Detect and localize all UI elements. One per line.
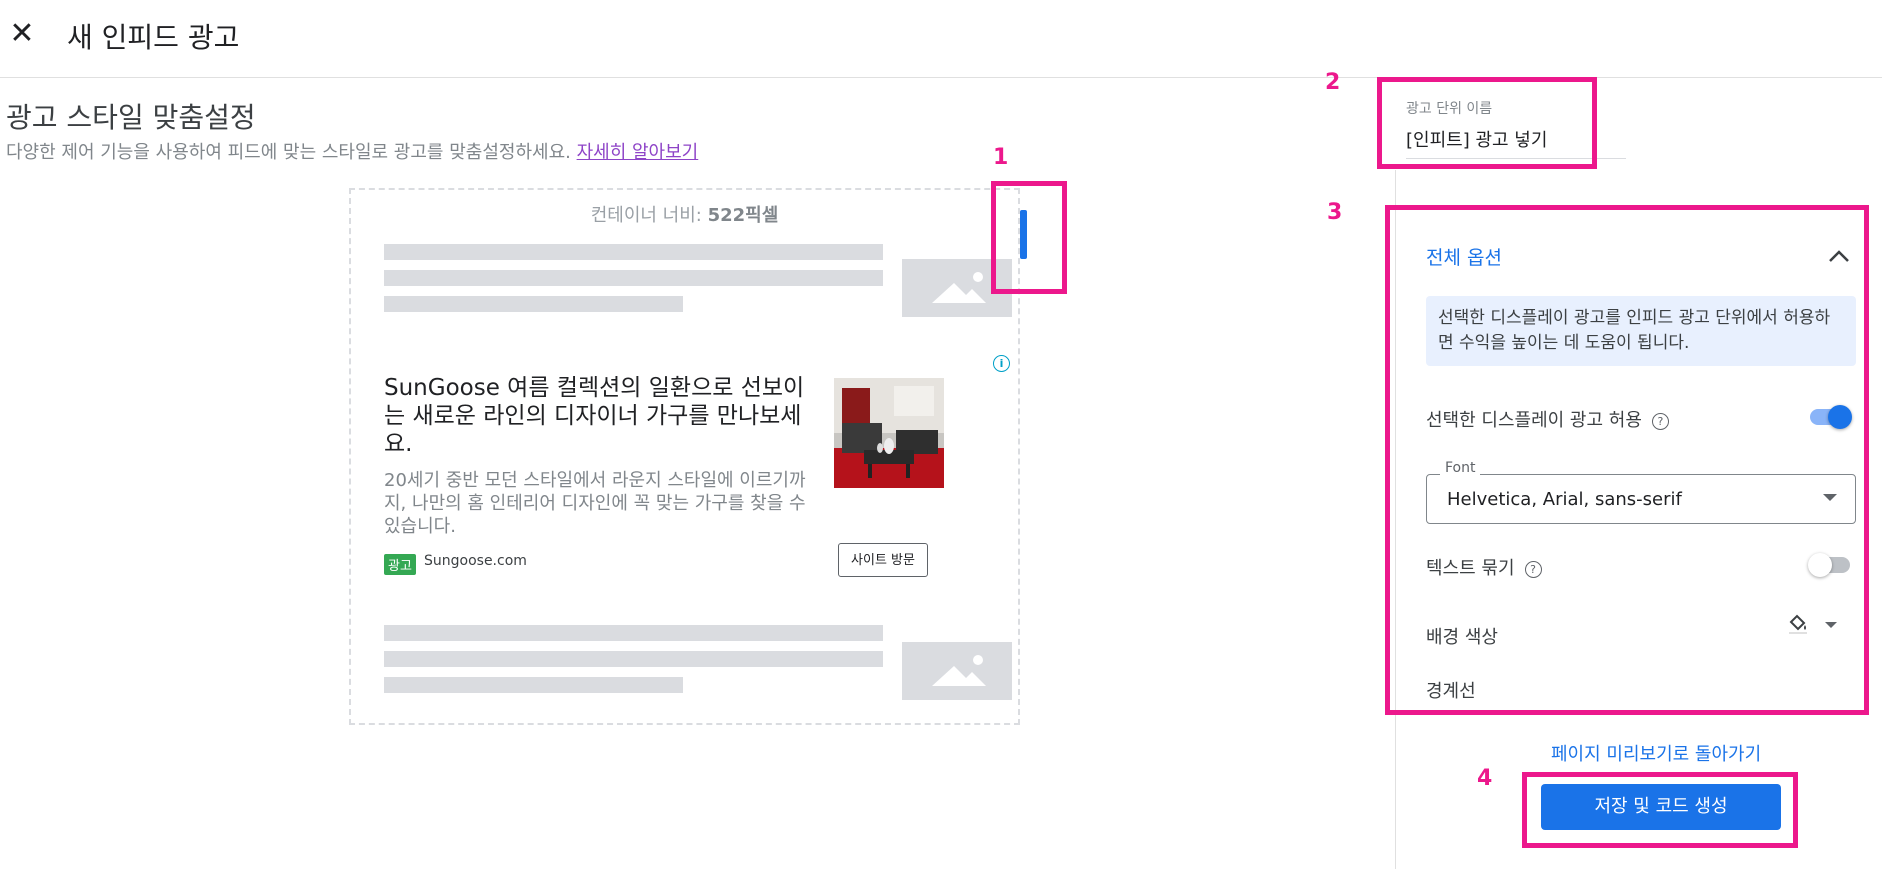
close-icon[interactable]: ✕: [8, 19, 36, 49]
container-width-value: 522픽셀: [707, 205, 779, 226]
annotation-number-4: 4: [1477, 766, 1493, 791]
annotation-box-4: [1522, 772, 1798, 848]
annotation-box-2: [1377, 77, 1597, 169]
back-to-preview-link[interactable]: 페이지 미리보기로 돌아가기: [1551, 740, 1761, 766]
placeholder-line: [384, 625, 883, 641]
ad-image: [834, 378, 944, 488]
section-description: 다양한 제어 기능을 사용하여 피드에 맞는 스타일로 광고를 맞춤설정하세요.…: [6, 138, 698, 164]
annotation-box-1: [991, 181, 1067, 294]
ad-body: 20세기 중반 모던 스타일에서 라운지 스타일에 이르기까지, 나만의 홈 인…: [384, 470, 806, 537]
ad-badge: 광고: [384, 554, 416, 575]
annotation-number-1: 1: [993, 145, 1009, 170]
ad-domain: Sungoose.com: [424, 553, 527, 569]
ad-info-icon[interactable]: i: [993, 355, 1010, 372]
page-title: 새 인피드 광고: [67, 21, 240, 54]
container-width-readout: 컨테이너 너비: 522픽셀: [349, 201, 1020, 227]
learn-more-link[interactable]: 자세히 알아보기: [577, 142, 699, 163]
placeholder-line: [384, 270, 883, 286]
placeholder-line: [384, 651, 883, 667]
visit-site-button[interactable]: 사이트 방문: [838, 543, 928, 577]
annotation-number-3: 3: [1327, 200, 1343, 225]
placeholder-line: [384, 296, 683, 312]
placeholder-line: [384, 677, 683, 693]
container-width-label: 컨테이너 너비:: [590, 205, 702, 226]
placeholder-line: [384, 244, 883, 260]
header-divider: [0, 77, 1882, 78]
annotation-number-2: 2: [1325, 70, 1341, 95]
placeholder-image: [902, 642, 1012, 700]
annotation-box-3: [1385, 205, 1869, 715]
section-title: 광고 스타일 맞춤설정: [6, 101, 256, 134]
ad-headline: SunGoose 여름 컬렉션의 일환으로 선보이는 새로운 라인의 디자이너 …: [384, 375, 805, 457]
description-text: 다양한 제어 기능을 사용하여 피드에 맞는 스타일로 광고를 맞춤설정하세요.: [6, 142, 571, 163]
